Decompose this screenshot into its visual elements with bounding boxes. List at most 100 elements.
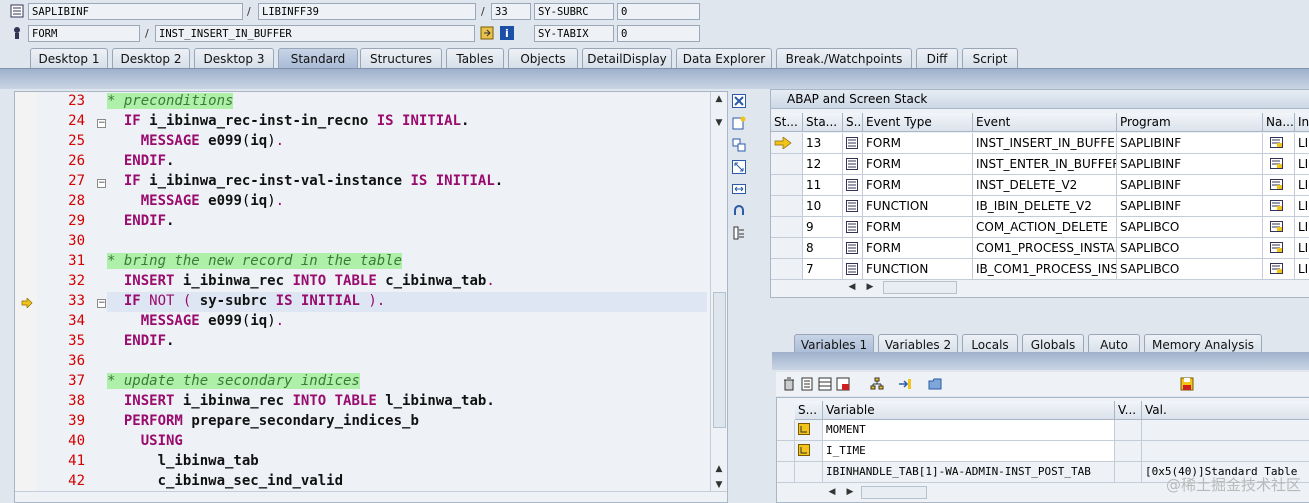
var-row-name[interactable]: MOMENT (823, 420, 1115, 441)
tab-locals[interactable]: Locals (962, 334, 1018, 354)
var-row-name[interactable]: IBINHANDLE_TAB[1]-WA-ADMIN-INST_POST_TAB (823, 462, 1115, 483)
col-header-event-type[interactable]: Event Type (863, 113, 973, 132)
var-col-header-v[interactable]: V... (1115, 401, 1142, 420)
swap-tool-icon[interactable] (731, 137, 749, 155)
tab-variables-1[interactable]: Variables 1 (794, 334, 874, 354)
stack-row-program[interactable]: SAPLIBINF (1117, 175, 1263, 196)
line-field[interactable]: 33 (491, 3, 531, 20)
stack-row-include[interactable]: LIB (1295, 133, 1309, 154)
stack-row-program[interactable]: SAPLIBCO (1117, 259, 1263, 280)
fold-toggle[interactable]: − (97, 119, 106, 128)
var-row-selector[interactable] (777, 441, 795, 462)
stack-row-event[interactable]: IB_COM1_PROCESS_INS... (973, 259, 1117, 280)
close-icon[interactable] (731, 93, 749, 111)
table-icon[interactable] (818, 377, 832, 394)
tab-memory-analysis[interactable]: Memory Analysis (1144, 334, 1262, 354)
var-row-selector[interactable] (777, 420, 795, 441)
stack-row-navigate[interactable] (1263, 259, 1295, 280)
stack-row-event-type[interactable]: FUNCTION (863, 196, 973, 217)
stack-row-include[interactable]: LIB (1295, 175, 1309, 196)
stack-row-event[interactable]: INST_ENTER_IN_BUFFER (973, 154, 1117, 175)
stack-row-include[interactable]: LIB (1295, 196, 1309, 217)
var-col-header-value[interactable]: Val. (1142, 401, 1309, 420)
tab-desktop-3[interactable]: Desktop 3 (194, 48, 274, 68)
hierarchy-icon[interactable] (870, 377, 884, 394)
editor-vertical-scrollbar[interactable]: ▲ ▼ ▲ ▼ (710, 92, 727, 502)
col-header-s[interactable]: S... (843, 113, 863, 132)
tab-diff[interactable]: Diff (916, 48, 958, 68)
scroll-down-icon[interactable]: ▼ (714, 480, 724, 490)
tab-globals[interactable]: Globals (1022, 334, 1084, 354)
scroll-left-icon[interactable]: ◀ (827, 487, 837, 497)
var-row-name[interactable]: I_TIME (823, 441, 1115, 462)
stack-row-navigate[interactable] (1263, 217, 1295, 238)
services-icon[interactable] (731, 225, 749, 243)
var-row-selector[interactable] (777, 462, 795, 483)
tab-tables[interactable]: Tables (446, 48, 504, 68)
stack-row-navigate[interactable] (1263, 175, 1295, 196)
scroll-thumb[interactable] (713, 292, 726, 428)
stack-row-program[interactable]: SAPLIBCO (1117, 217, 1263, 238)
stack-row-event[interactable]: COM1_PROCESS_INSTA... (973, 238, 1117, 259)
sysvar1-value[interactable]: 0 (617, 3, 700, 20)
stack-row-event-type[interactable]: FORM (863, 133, 973, 154)
col-header-event[interactable]: Event (973, 113, 1117, 132)
col-header-status[interactable]: St... (771, 113, 803, 132)
stack-row-navigate[interactable] (1263, 238, 1295, 259)
tab-desktop-1[interactable]: Desktop 1 (30, 48, 108, 68)
var-col-header-variable[interactable]: Variable (823, 401, 1115, 420)
include-field[interactable]: LIBINFF39 (258, 3, 476, 20)
insert-icon[interactable] (800, 377, 814, 394)
tab-desktop-2[interactable]: Desktop 2 (112, 48, 190, 68)
stack-row-navigate[interactable] (1263, 133, 1295, 154)
tab-detaildisplay[interactable]: DetailDisplay (582, 48, 672, 68)
stack-scroll-thumb[interactable] (883, 281, 957, 294)
tab-script[interactable]: Script (962, 48, 1018, 68)
new-tool-icon[interactable] (731, 115, 749, 133)
fold-toggle[interactable]: − (97, 299, 106, 308)
stack-row-level[interactable]: 12 (803, 154, 843, 175)
variables-scroll-thumb[interactable] (861, 486, 927, 499)
navigate-icon[interactable] (480, 26, 494, 40)
col-header-navigate[interactable]: Na... (1263, 113, 1295, 132)
source-editor[interactable]: 23 24 25 26 27 28 29 30 31 32 33 34 35 3… (14, 91, 728, 503)
save-layout-icon[interactable] (836, 377, 850, 394)
stack-row-program[interactable]: SAPLIBINF (1117, 154, 1263, 175)
editor-horizontal-scrollbar[interactable] (15, 491, 727, 502)
scroll-right-icon[interactable]: ▶ (845, 487, 855, 497)
var-col-header-status[interactable]: S... (795, 401, 823, 420)
stack-row-event-type[interactable]: FORM (863, 154, 973, 175)
stack-row-level[interactable]: 7 (803, 259, 843, 280)
undo-icon[interactable] (731, 203, 749, 221)
resize-icon[interactable] (731, 181, 749, 199)
stack-row-event[interactable]: IB_IBIN_DELETE_V2 (973, 196, 1117, 217)
stack-row-navigate[interactable] (1263, 196, 1295, 217)
stack-row-event[interactable]: INST_INSERT_IN_BUFFER (973, 133, 1117, 154)
stack-row-level[interactable]: 10 (803, 196, 843, 217)
stack-row-include[interactable]: LIB (1295, 259, 1309, 280)
stack-row-program[interactable]: SAPLIBINF (1117, 133, 1263, 154)
stack-row-event-type[interactable]: FORM (863, 175, 973, 196)
stack-row-program[interactable]: SAPLIBINF (1117, 196, 1263, 217)
scroll-left-icon[interactable]: ◀ (847, 282, 857, 292)
var-row-value[interactable] (1142, 420, 1309, 441)
delete-icon[interactable] (782, 377, 796, 394)
col-header-program[interactable]: Program (1117, 113, 1263, 132)
stack-row-include[interactable]: LIB (1295, 217, 1309, 238)
maximize-icon[interactable] (731, 159, 749, 177)
event-field[interactable]: INST_INSERT_IN_BUFFER (155, 25, 475, 42)
scroll-up-icon[interactable]: ▲ (714, 94, 724, 104)
save-icon[interactable] (1180, 377, 1194, 394)
stack-row-event-type[interactable]: FORM (863, 217, 973, 238)
stack-row-program[interactable]: SAPLIBCO (1117, 238, 1263, 259)
stack-row-include[interactable]: LIB (1295, 154, 1309, 175)
col-header-include[interactable]: In (1295, 113, 1309, 132)
tab-break-watchpoints[interactable]: Break./Watchpoints (776, 48, 912, 68)
info-icon[interactable]: i (500, 26, 514, 40)
stack-row-level[interactable]: 11 (803, 175, 843, 196)
var-row-value[interactable] (1142, 441, 1309, 462)
fold-toggle[interactable]: − (97, 179, 106, 188)
scroll-up-icon[interactable]: ▲ (714, 464, 724, 474)
stack-row-event-type[interactable]: FORM (863, 238, 973, 259)
tab-data-explorer[interactable]: Data Explorer (676, 48, 772, 68)
